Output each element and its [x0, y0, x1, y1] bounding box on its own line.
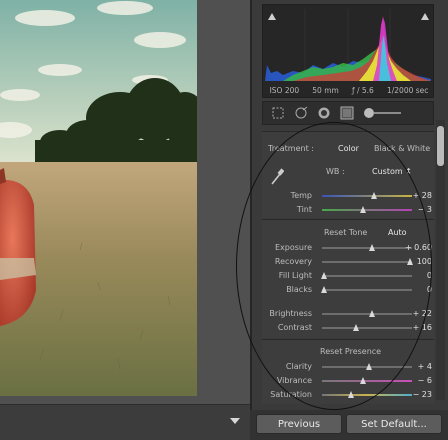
spot-removal-icon[interactable]: [294, 106, 308, 120]
tint-track[interactable]: [322, 209, 412, 211]
brightness-slider-row: Brightness + 22: [262, 307, 434, 321]
adjustment-brush-icon[interactable]: [363, 106, 403, 120]
exposure-thumb[interactable]: [369, 244, 376, 251]
shutter-speed-value: 1/2000 sec: [386, 85, 429, 95]
fill-light-label: Fill Light: [278, 271, 312, 280]
vibrance-label: Vibrance: [276, 376, 312, 385]
vibrance-slider-row: Vibrance − 6: [262, 374, 434, 388]
fill-light-slider-row: Fill Light 0: [262, 269, 434, 283]
filmstrip-toggle-icon[interactable]: [230, 418, 240, 424]
crop-overlay-icon[interactable]: [271, 106, 285, 120]
reset-presence-button[interactable]: Reset Presence: [320, 347, 381, 356]
blacks-track[interactable]: [322, 289, 412, 291]
saturation-track[interactable]: [322, 394, 412, 396]
vibrance-track[interactable]: [322, 380, 412, 382]
treatment-color-button[interactable]: Color: [338, 144, 359, 153]
focal-length-value: 50 mm: [312, 85, 339, 95]
brightness-thumb[interactable]: [368, 310, 375, 317]
presence-section: Reset Presence Clarity + 4 Vibrance − 6 …: [262, 340, 434, 404]
red-eye-icon[interactable]: [317, 106, 331, 120]
clarity-thumb[interactable]: [365, 363, 372, 370]
fill-light-value[interactable]: 0: [427, 271, 432, 280]
landscape-photo: [0, 0, 197, 396]
recovery-slider-row: Recovery 100: [262, 255, 434, 269]
temp-slider-row: Temp + 28: [262, 189, 434, 203]
highlight-clipping-icon[interactable]: [421, 13, 429, 20]
contrast-thumb[interactable]: [353, 324, 360, 331]
temp-value[interactable]: + 28: [413, 191, 432, 200]
contrast-value[interactable]: + 16: [413, 323, 432, 332]
right-panel: ISO 200 50 mm ƒ / 5.6 1/2000 sec Treatme…: [250, 0, 448, 440]
recovery-value[interactable]: 100: [417, 257, 432, 266]
saturation-value[interactable]: − 23: [413, 390, 432, 399]
exposure-track[interactable]: [322, 247, 412, 249]
blacks-value[interactable]: 0: [427, 285, 432, 294]
wb-label: WB :: [326, 167, 345, 176]
wb-preset-select[interactable]: Custom ↕: [372, 167, 412, 176]
graduated-filter-icon[interactable]: [340, 106, 354, 120]
recovery-thumb[interactable]: [407, 258, 414, 265]
treatment-label: Treatment :: [268, 144, 314, 153]
temp-thumb[interactable]: [371, 192, 378, 199]
clarity-value[interactable]: + 4: [418, 362, 432, 371]
temp-track[interactable]: [322, 195, 412, 197]
exif-info: ISO 200 50 mm ƒ / 5.6 1/2000 sec: [263, 83, 435, 97]
reset-tone-button[interactable]: Reset Tone: [324, 228, 367, 237]
exposure-slider-row: Exposure + 0.60: [262, 241, 434, 255]
saturation-thumb[interactable]: [347, 391, 354, 398]
fill-light-track[interactable]: [322, 275, 412, 277]
histogram[interactable]: ISO 200 50 mm ƒ / 5.6 1/2000 sec: [262, 4, 434, 98]
tone-section: Reset Tone Auto Exposure + 0.60 Recovery…: [262, 220, 434, 338]
brightness-label: Brightness: [269, 309, 312, 318]
photo-preview[interactable]: [0, 0, 197, 396]
temp-label: Temp: [290, 191, 312, 200]
tint-label: Tint: [296, 205, 312, 214]
recovery-label: Recovery: [274, 257, 312, 266]
clarity-label: Clarity: [285, 362, 312, 371]
tool-strip: [262, 101, 434, 125]
wb-section: Treatment : Color Black & White WB : Cus…: [262, 132, 434, 218]
vibrance-value[interactable]: − 6: [418, 376, 432, 385]
clarity-slider-row: Clarity + 4: [262, 360, 434, 374]
exposure-value[interactable]: + 0.60: [405, 243, 432, 252]
blacks-slider-row: Blacks 0: [262, 283, 434, 297]
panel-scrollbar-thumb[interactable]: [437, 126, 444, 166]
blacks-label: Blacks: [286, 285, 312, 294]
saturation-slider-row: Saturation − 23: [262, 388, 434, 402]
exposure-label: Exposure: [274, 243, 312, 252]
contrast-slider-row: Contrast + 16: [262, 321, 434, 335]
auto-tone-button[interactable]: Auto: [388, 228, 407, 237]
saturation-label: Saturation: [270, 390, 312, 399]
set-default-button[interactable]: Set Default...: [346, 414, 442, 434]
eyedropper-icon[interactable]: [270, 168, 284, 186]
vibrance-thumb[interactable]: [359, 377, 366, 384]
histogram-graph: [265, 9, 431, 81]
fill-light-thumb[interactable]: [320, 272, 327, 279]
contrast-track[interactable]: [322, 327, 412, 329]
develop-module: ISO 200 50 mm ƒ / 5.6 1/2000 sec Treatme…: [0, 0, 448, 440]
tint-value[interactable]: − 3: [418, 205, 432, 214]
brightness-track[interactable]: [322, 313, 412, 315]
aperture-value: ƒ / 5.6: [351, 85, 374, 95]
bottom-bar: Previous Set Default...: [250, 410, 448, 440]
brightness-value[interactable]: + 22: [413, 309, 432, 318]
tint-slider-row: Tint − 3: [262, 203, 434, 217]
contrast-label: Contrast: [277, 323, 312, 332]
treatment-bw-button[interactable]: Black & White: [374, 144, 430, 153]
blacks-thumb[interactable]: [320, 286, 327, 293]
filmstrip-bar: [0, 404, 250, 440]
iso-value: ISO 200: [269, 85, 300, 95]
tint-thumb[interactable]: [360, 206, 367, 213]
previous-button[interactable]: Previous: [256, 414, 342, 434]
recovery-track[interactable]: [322, 261, 412, 263]
